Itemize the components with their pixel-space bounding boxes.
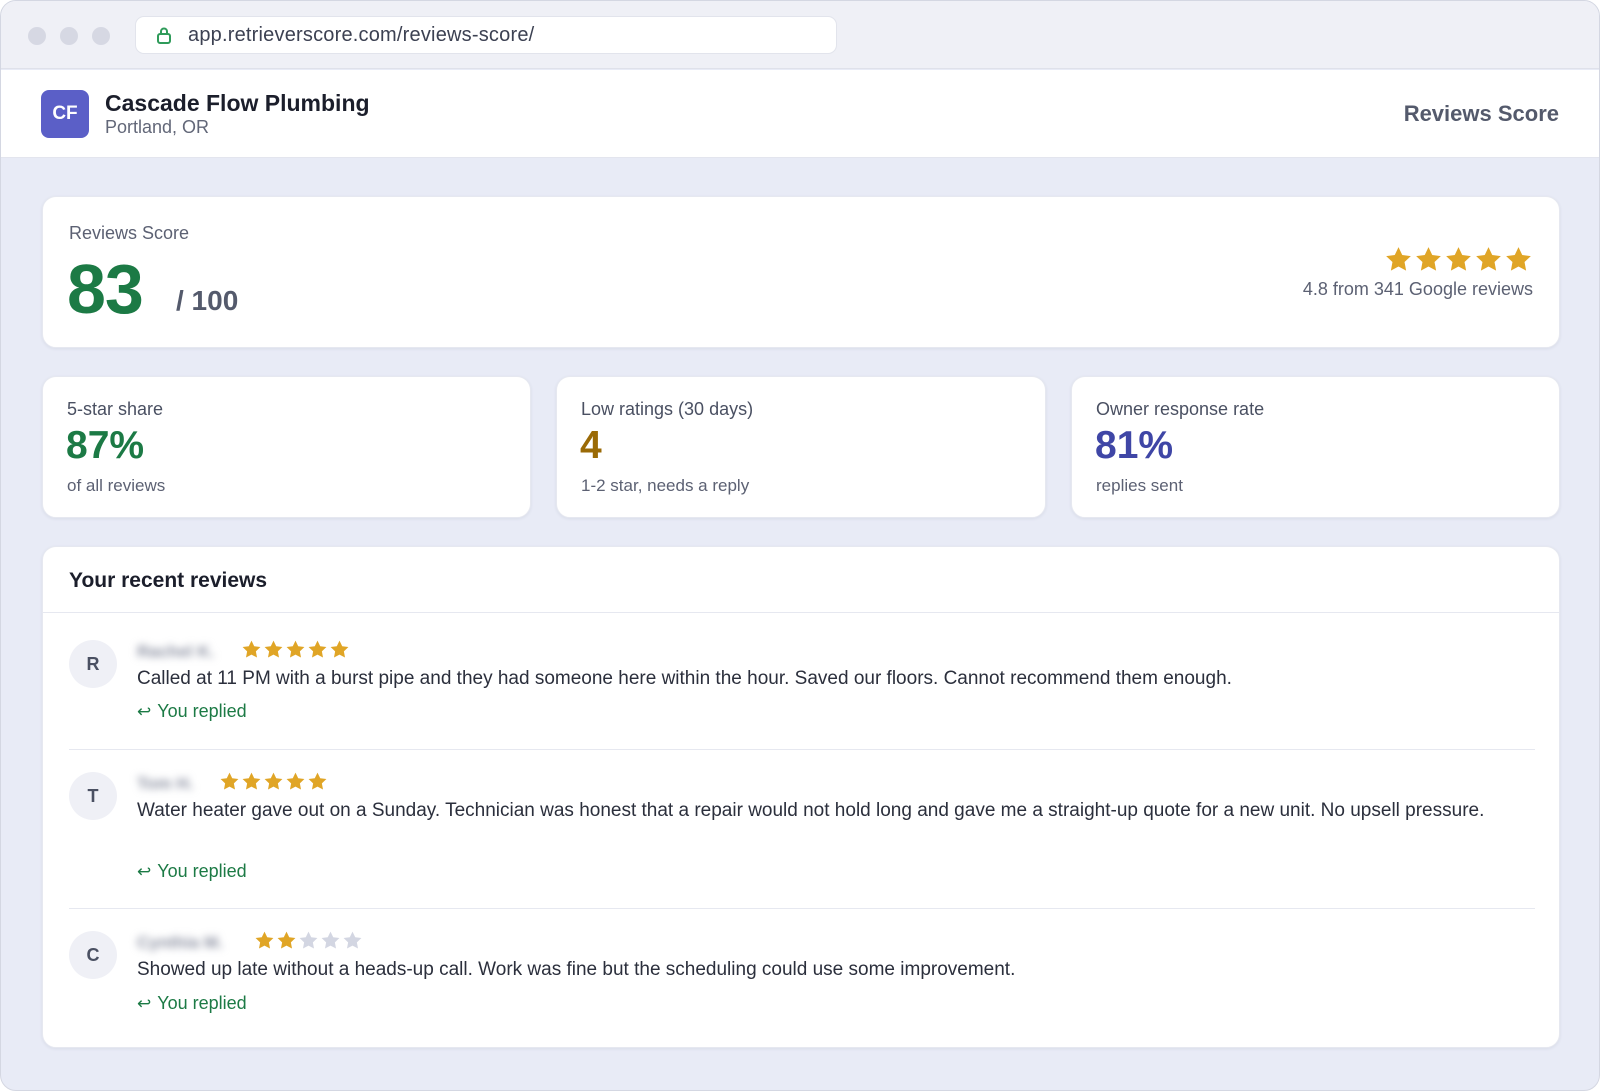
page-title: Reviews Score [1403, 101, 1559, 126]
browser-chrome: app.retrieverscore.com/reviews-score/ [1, 1, 1599, 69]
address-bar[interactable]: app.retrieverscore.com/reviews-score/ [135, 16, 837, 54]
star-empty-icon [299, 931, 318, 949]
window-minimize-dot[interactable] [60, 27, 78, 45]
star-filled-icon [308, 640, 327, 658]
reply-arrow-icon: ↩ [137, 861, 152, 881]
stat-sub: of all reviews [67, 476, 166, 495]
review-text: Showed up late without a heads-up call. … [137, 959, 1016, 980]
score-max: / 100 [176, 285, 239, 316]
stat-label: 5-star share [67, 399, 164, 419]
star-filled-icon [1446, 247, 1471, 271]
browser-window: app.retrieverscore.com/reviews-score/ CF… [0, 0, 1600, 1091]
app-header: CF Cascade Flow Plumbing Portland, OR Re… [1, 70, 1599, 158]
star-empty-icon [343, 931, 362, 949]
url-text[interactable]: app.retrieverscore.com/reviews-score/ [188, 24, 534, 47]
stat-sub: 1-2 star, needs a reply [581, 476, 750, 495]
review-text: Water heater gave out on a Sunday. Techn… [137, 800, 1485, 821]
stat-value: 4 [580, 424, 602, 467]
star-filled-icon [242, 640, 261, 658]
stat-sub: replies sent [1096, 476, 1183, 495]
star-filled-icon [308, 772, 327, 790]
reply-status[interactable]: ↩ You replied [137, 701, 247, 722]
star-filled-icon [264, 772, 283, 790]
reply-status-label: You replied [157, 701, 247, 721]
review-star-rating [219, 771, 328, 792]
window-close-dot[interactable] [28, 27, 46, 45]
google-rating-text: 4.8 from 341 Google reviews [1302, 279, 1533, 299]
stat-label: Low ratings (30 days) [581, 399, 754, 419]
star-filled-icon [330, 640, 349, 658]
review-item[interactable]: C Cynthia M. Showed up late without a he… [69, 928, 1535, 1028]
business-avatar: CF [41, 90, 89, 138]
business-name: Cascade Flow Plumbing [105, 90, 370, 116]
reply-status[interactable]: ↩ You replied [137, 993, 247, 1014]
overall-star-rating [1384, 245, 1533, 274]
reviewer-avatar: C [69, 931, 117, 979]
score-card: Reviews Score 83 / 100 4.8 from 341 Goog… [42, 196, 1560, 348]
divider [43, 612, 1559, 613]
reply-status[interactable]: ↩ You replied [137, 861, 247, 882]
divider [69, 749, 1535, 750]
star-filled-icon [277, 931, 296, 949]
reply-status-label: You replied [157, 993, 247, 1013]
reply-arrow-icon: ↩ [137, 701, 152, 721]
star-filled-icon [286, 772, 305, 790]
stat-card-low-ratings: Low ratings (30 days) 4 1-2 star, needs … [556, 376, 1046, 518]
star-filled-icon [1476, 247, 1501, 271]
stat-label: Owner response rate [1096, 399, 1265, 419]
score-label: Reviews Score [69, 223, 190, 243]
star-filled-icon [255, 931, 274, 949]
star-empty-icon [321, 931, 340, 949]
stat-value: 81% [1095, 424, 1174, 467]
reply-status-label: You replied [157, 861, 247, 881]
reply-arrow-icon: ↩ [137, 993, 152, 1013]
score-value: 83 [67, 250, 144, 328]
star-filled-icon [1506, 247, 1531, 271]
review-item[interactable]: R Rachel K. Called at 11 PM with a burst… [69, 637, 1535, 737]
reviewer-avatar: T [69, 772, 117, 820]
star-filled-icon [1416, 247, 1441, 271]
review-item[interactable]: T Tom H. Water heater gave out on a Sund… [69, 769, 1535, 899]
star-filled-icon [1386, 247, 1411, 271]
lock-icon [156, 25, 176, 45]
reviewer-name: Rachel K. [137, 642, 215, 661]
reviewer-avatar: R [69, 640, 117, 688]
review-star-rating [241, 639, 350, 660]
stat-value: 87% [66, 424, 145, 467]
window-maximize-dot[interactable] [92, 27, 110, 45]
reviewer-name: Tom H. [137, 774, 194, 793]
review-star-rating [254, 930, 363, 951]
stat-card-five-star-share: 5-star share 87% of all reviews [42, 376, 531, 518]
divider [69, 908, 1535, 909]
reviewer-name: Cynthia M. [137, 933, 223, 952]
star-filled-icon [286, 640, 305, 658]
review-text: Called at 11 PM with a burst pipe and th… [137, 668, 1232, 689]
stat-card-owner-response-rate: Owner response rate 81% replies sent [1071, 376, 1560, 518]
recent-reviews-card: Your recent reviews R Rachel K. Called a… [42, 546, 1560, 1048]
star-filled-icon [242, 772, 261, 790]
star-filled-icon [220, 772, 239, 790]
recent-reviews-title: Your recent reviews [69, 569, 268, 592]
business-location: Portland, OR [105, 117, 210, 137]
star-filled-icon [264, 640, 283, 658]
